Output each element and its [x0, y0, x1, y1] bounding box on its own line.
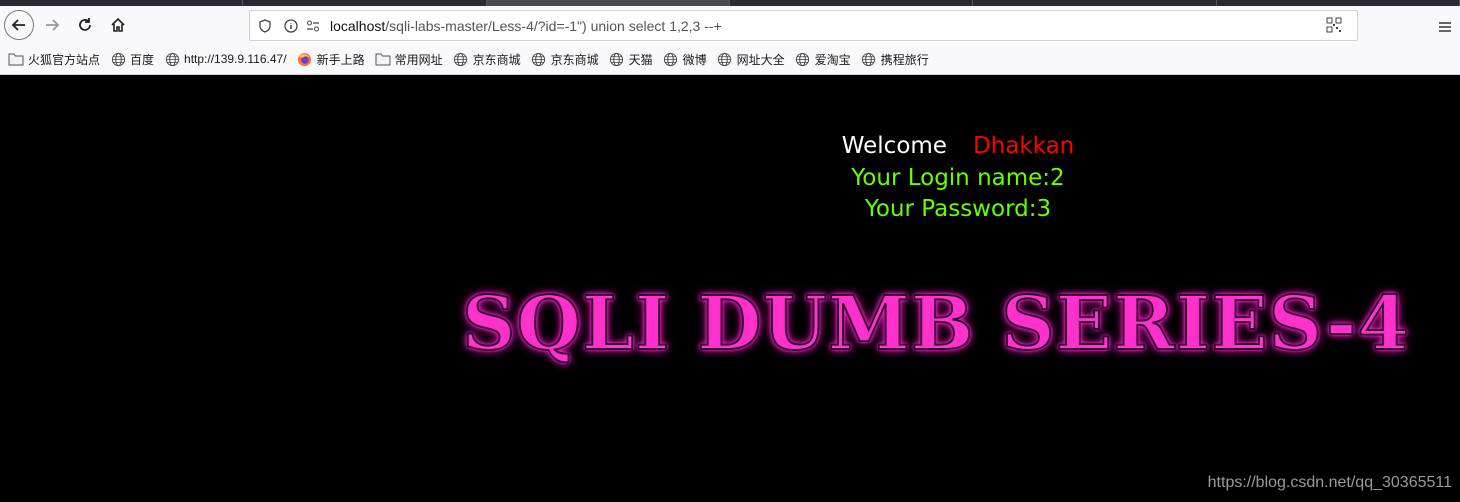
- welcome-text: Welcome: [841, 133, 947, 159]
- url-path: /sqli-labs-master/Less-4/?id=-1") union …: [385, 17, 722, 34]
- bookmark-label: 火狐官方站点: [28, 52, 101, 67]
- site-info-icon[interactable]: [280, 15, 302, 37]
- bookmark-label: 新手上路: [316, 52, 365, 67]
- bookmark-label: http://139.9.116.47/: [184, 52, 287, 66]
- bookmark-item[interactable]: 新手上路: [297, 51, 365, 68]
- bookmarks-toolbar: 火狐官方站点 百度 http://139.9.116.47/ 新手上路 常用网址…: [0, 44, 1460, 75]
- bookmark-label: 百度: [130, 52, 155, 67]
- globe-icon: [717, 51, 733, 67]
- qr-code-icon[interactable]: [1323, 14, 1345, 36]
- welcome-line: Welcome Dhakkan: [0, 133, 1460, 159]
- globe-icon: [453, 51, 469, 67]
- bookmark-label: 爱淘宝: [814, 52, 851, 67]
- globe-icon: [110, 51, 126, 67]
- folder-icon: [375, 51, 391, 67]
- series-banner: SQLI DUMB SERIES-4: [461, 281, 1410, 367]
- bookmark-item[interactable]: 百度: [110, 51, 154, 68]
- bookmark-label: 京东商城: [472, 52, 521, 67]
- bookmark-item[interactable]: 火狐官方站点: [8, 51, 100, 68]
- bookmark-item[interactable]: 京东商城: [531, 51, 599, 68]
- home-button[interactable]: [103, 10, 133, 40]
- folder-icon: [8, 51, 24, 67]
- globe-icon: [609, 51, 625, 67]
- bookmark-item[interactable]: 常用网址: [375, 51, 443, 68]
- bookmark-item[interactable]: 微博: [663, 51, 707, 68]
- bookmark-item[interactable]: 网址大全: [717, 51, 785, 68]
- firefox-icon: [297, 51, 313, 67]
- reload-button[interactable]: [70, 10, 100, 40]
- back-arrow-icon: [11, 19, 25, 31]
- bookmark-label: 常用网址: [394, 52, 443, 67]
- bookmark-item[interactable]: 京东商城: [453, 51, 521, 68]
- browser-toolbar: localhost/sqli-labs-master/Less-4/?id=-1…: [0, 6, 1460, 44]
- bookmark-label: 微博: [682, 52, 707, 67]
- bookmark-item[interactable]: 携程旅行: [861, 51, 929, 68]
- watermark: https://blog.csdn.net/qq_30365511: [1207, 474, 1452, 491]
- bookmark-label: 网址大全: [736, 52, 785, 67]
- menu-button[interactable]: [1434, 16, 1456, 38]
- password-result: Your Password:3: [864, 196, 1052, 222]
- globe-icon: [531, 51, 547, 67]
- globe-icon: [164, 51, 180, 67]
- globe-icon: [663, 51, 679, 67]
- forward-arrow-icon: [46, 19, 60, 31]
- globe-icon: [861, 51, 877, 67]
- home-icon: [111, 17, 125, 32]
- user-name: Dhakkan: [972, 133, 1075, 159]
- globe-icon: [795, 51, 811, 67]
- back-button[interactable]: [4, 10, 34, 40]
- bookmark-label: 携程旅行: [880, 52, 929, 67]
- bookmark-item[interactable]: 爱淘宝: [795, 51, 851, 68]
- url-host: localhost: [330, 17, 386, 34]
- reload-icon: [79, 18, 91, 31]
- bookmark-label: 天猫: [628, 52, 653, 67]
- address-bar[interactable]: localhost/sqli-labs-master/Less-4/?id=-1…: [249, 10, 1358, 41]
- login-name-result: Your Login name:2: [851, 165, 1065, 191]
- permissions-icon[interactable]: [302, 15, 324, 37]
- bookmark-label: 京东商城: [550, 52, 599, 67]
- forward-button[interactable]: [37, 10, 67, 40]
- menu-icon: [1439, 22, 1451, 32]
- tracking-shield-icon[interactable]: [254, 15, 276, 37]
- bookmark-item[interactable]: http://139.9.116.47/: [164, 51, 287, 67]
- bookmark-item[interactable]: 天猫: [609, 51, 653, 68]
- page-content: Welcome Dhakkan Your Login name:2 Your Pa…: [0, 75, 1460, 502]
- url-text[interactable]: localhost/sqli-labs-master/Less-4/?id=-1…: [330, 18, 722, 34]
